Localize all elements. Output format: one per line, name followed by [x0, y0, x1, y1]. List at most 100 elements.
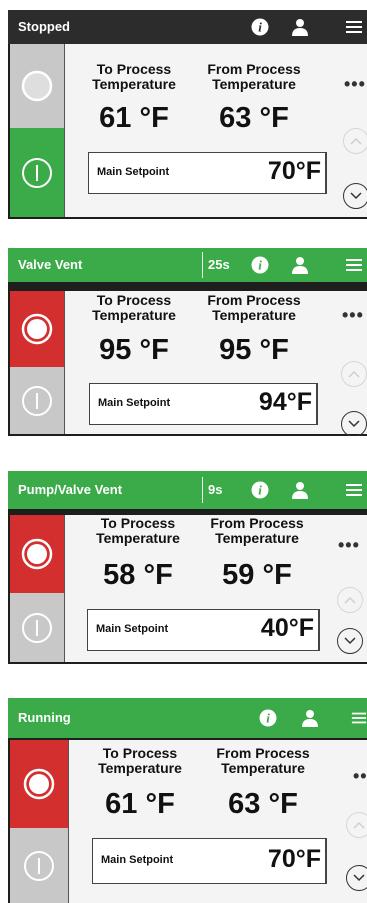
from-process-label: From Process Temperature — [216, 745, 310, 776]
info-icon[interactable]: i — [250, 10, 270, 44]
setpoint-value: 94°F — [258, 388, 312, 416]
main-setpoint-field[interactable]: Main Setpoint 70°F — [92, 838, 327, 884]
chevron-down-icon — [350, 192, 362, 200]
svg-text:i: i — [258, 483, 262, 498]
control-panel-valve-vent: Valve Vent 25s i To Process Temperature … — [8, 248, 367, 436]
svg-text:i: i — [258, 20, 262, 35]
from-process-label: From Process Temperature — [210, 515, 304, 546]
start-button[interactable] — [10, 593, 64, 662]
stop-circle-icon — [21, 538, 53, 570]
more-options-button[interactable]: ••• — [338, 535, 360, 556]
chevron-up-icon — [344, 596, 356, 604]
status-title: Running — [18, 710, 71, 725]
power-icon — [22, 385, 52, 416]
main-setpoint-field[interactable]: Main Setpoint 94°F — [89, 383, 318, 425]
user-icon[interactable] — [289, 248, 311, 282]
chevron-up-icon — [348, 370, 360, 378]
setpoint-label: Main Setpoint — [96, 623, 169, 635]
more-options-button[interactable]: ••• — [342, 305, 364, 326]
chevron-up-icon — [353, 821, 365, 829]
chevron-down-icon — [353, 874, 365, 882]
power-icon — [22, 612, 52, 643]
timer-badge: 25s — [202, 252, 230, 278]
user-icon[interactable] — [289, 10, 311, 44]
stop-button[interactable] — [10, 740, 68, 828]
to-process-label: To Process Temperature — [92, 292, 176, 323]
scroll-up-button[interactable] — [341, 361, 367, 387]
setpoint-value: 40°F — [260, 614, 314, 642]
control-panel-stopped: Stopped i To Process Temperature From Pr… — [8, 10, 367, 219]
button-rail — [10, 740, 69, 903]
menu-icon[interactable] — [344, 10, 364, 44]
panel-body: To Process Temperature From Process Temp… — [10, 44, 367, 217]
timer-badge: 9s — [202, 477, 222, 503]
setpoint-value: 70°F — [267, 845, 321, 873]
to-process-label: To Process Temperature — [98, 745, 182, 776]
scroll-down-button[interactable] — [341, 411, 367, 436]
info-icon[interactable]: i — [250, 471, 270, 509]
from-process-temp: 95 °F — [219, 334, 289, 366]
setpoint-value: 70°F — [267, 157, 321, 185]
start-button[interactable] — [10, 367, 64, 434]
scroll-down-button[interactable] — [337, 628, 363, 654]
to-process-temp: 95 °F — [99, 334, 169, 366]
to-process-temp: 58 °F — [103, 559, 173, 591]
more-options-button[interactable]: ••• — [344, 74, 366, 95]
user-icon[interactable] — [289, 471, 311, 509]
more-options-button[interactable]: •• — [353, 766, 367, 787]
setpoint-label: Main Setpoint — [98, 397, 171, 409]
button-rail — [10, 515, 65, 662]
button-rail — [10, 291, 65, 434]
status-title: Valve Vent — [18, 257, 83, 272]
status-header: Valve Vent 25s i — [8, 248, 367, 282]
main-setpoint-field[interactable]: Main Setpoint 70°F — [88, 152, 327, 194]
svg-text:i: i — [258, 258, 262, 273]
control-panel-running: Running i To Process Temperature From Pr… — [8, 698, 367, 903]
panel-body: To Process Temperature From Process Temp… — [10, 515, 367, 662]
setpoint-label: Main Setpoint — [101, 854, 174, 866]
main-setpoint-field[interactable]: Main Setpoint 40°F — [87, 609, 320, 651]
scroll-up-button[interactable] — [346, 812, 367, 838]
menu-icon[interactable] — [344, 471, 364, 509]
chevron-up-icon — [350, 137, 362, 145]
stop-button[interactable] — [10, 44, 64, 128]
status-title: Pump/Valve Vent — [18, 482, 123, 497]
stop-button[interactable] — [10, 515, 64, 593]
status-title: Stopped — [18, 19, 70, 34]
from-process-label: From Process Temperature — [207, 292, 301, 323]
to-process-label: To Process Temperature — [92, 61, 176, 92]
scroll-down-button[interactable] — [343, 183, 367, 209]
power-icon — [24, 850, 54, 881]
status-header: Pump/Valve Vent 9s i — [8, 471, 367, 509]
info-icon[interactable]: i — [258, 698, 278, 738]
scroll-up-button[interactable] — [343, 128, 367, 154]
stop-circle-icon — [21, 70, 53, 102]
start-button[interactable] — [10, 828, 68, 903]
stop-button[interactable] — [10, 291, 64, 367]
to-process-label: To Process Temperature — [96, 515, 180, 546]
from-process-temp: 63 °F — [219, 102, 289, 134]
menu-icon[interactable] — [351, 698, 367, 738]
panel-body: To Process Temperature From Process Temp… — [10, 291, 367, 436]
chevron-down-icon — [348, 420, 360, 428]
setpoint-label: Main Setpoint — [97, 166, 170, 178]
from-process-temp: 63 °F — [228, 788, 298, 820]
status-header: Running i — [8, 698, 367, 738]
user-icon[interactable] — [299, 698, 321, 738]
panel-body: To Process Temperature From Process Temp… — [10, 740, 367, 903]
stop-circle-icon — [23, 768, 55, 800]
svg-text:i: i — [266, 711, 270, 726]
control-panel-pump-valve-vent: Pump/Valve Vent 9s i To Process Temperat… — [8, 471, 367, 664]
to-process-temp: 61 °F — [99, 102, 169, 134]
to-process-temp: 61 °F — [105, 788, 175, 820]
stop-circle-icon — [21, 313, 53, 345]
chevron-down-icon — [344, 637, 356, 645]
start-button[interactable] — [10, 128, 64, 217]
info-icon[interactable]: i — [250, 248, 270, 282]
scroll-up-button[interactable] — [337, 587, 363, 613]
button-rail — [10, 44, 65, 217]
scroll-down-button[interactable] — [346, 865, 367, 891]
from-process-label: From Process Temperature — [207, 61, 301, 92]
power-icon — [22, 157, 52, 188]
menu-icon[interactable] — [344, 248, 364, 282]
